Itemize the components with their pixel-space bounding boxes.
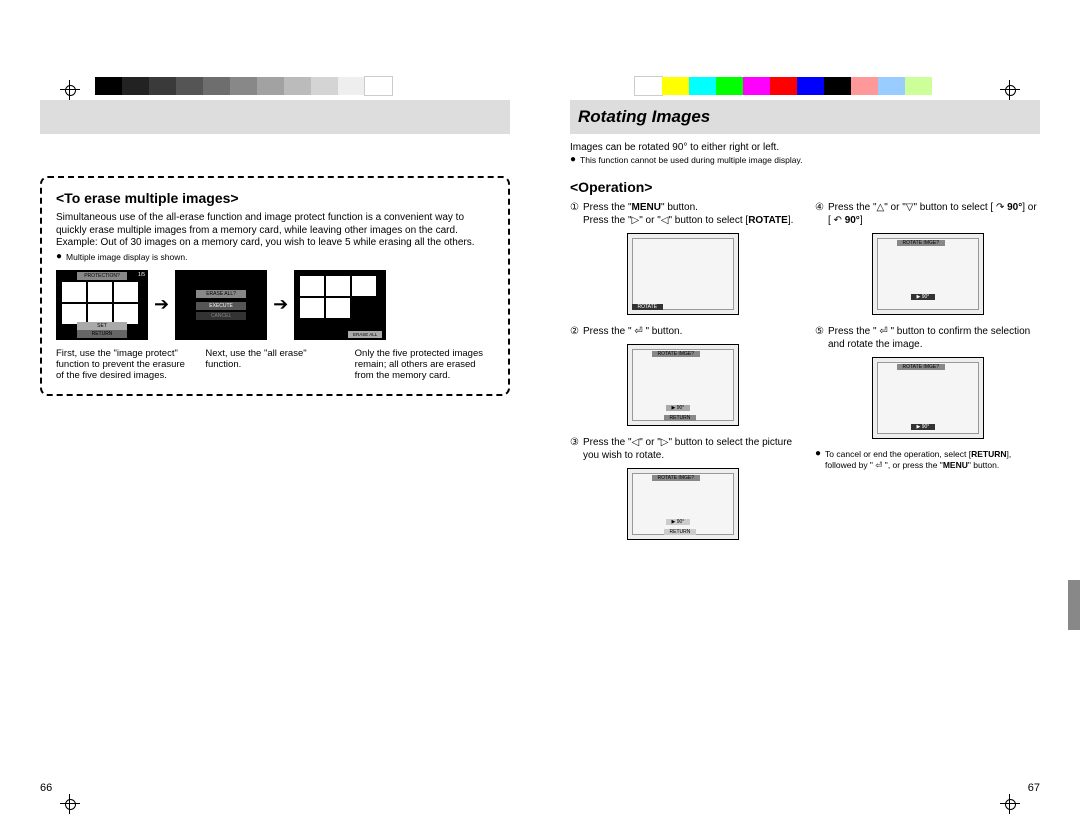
box-bullet: ●Multiple image display is shown. [56, 252, 494, 262]
lcd-row: PROTECTION? 1/5 SET RETURN ➔ ERASE ALL? … [56, 270, 494, 340]
step-1: ① Press the "MENU" button. Press the "▷"… [570, 201, 795, 227]
operation-columns: ① Press the "MENU" button. Press the "▷"… [570, 201, 1040, 550]
reg-mark-icon [1000, 794, 1020, 814]
left-page: <To erase multiple images> Simultaneous … [40, 60, 510, 794]
cancel-note: ● To cancel or end the operation, select… [815, 449, 1040, 471]
caption-row: First, use the "image protect" function … [56, 348, 494, 382]
caption-3: Only the five protected images remain; a… [355, 348, 494, 382]
thumb-tab [1068, 580, 1080, 630]
right-title-band: Rotating Images [570, 100, 1040, 134]
lcd-result: ERASE ALL [294, 270, 386, 340]
step-2: ② Press the " ⏎ " button. [570, 325, 795, 338]
screen-step5: ROTATE IMGE? ▶ 90° [872, 357, 984, 439]
page-number-right: 67 [1028, 782, 1040, 794]
caption-1: First, use the "image protect" function … [56, 348, 195, 382]
page-number-left: 66 [40, 782, 52, 794]
op-col-right: ④ Press the "△" or "▽" button to select … [815, 201, 1040, 550]
step-3: ③ Press the "◁" or "▷" button to select … [570, 436, 795, 462]
section-title: Rotating Images [578, 107, 710, 127]
box-body: Simultaneous use of the all-erase functi… [56, 212, 494, 250]
lcd-protection: PROTECTION? 1/5 SET RETURN [56, 270, 148, 340]
caption-2: Next, use the "all erase" function. [205, 348, 344, 382]
right-page: Rotating Images Images can be rotated 90… [570, 60, 1040, 794]
op-col-left: ① Press the "MENU" button. Press the "▷"… [570, 201, 795, 550]
arrow-icon: ➔ [154, 294, 169, 315]
screen-step1: ROTATE [627, 233, 739, 315]
box-heading: <To erase multiple images> [56, 190, 494, 206]
screen-step3: ROTATE IMGE? ▶ 90° RETURN [627, 468, 739, 540]
arrow-icon: ➔ [273, 294, 288, 315]
left-title-band [40, 100, 510, 134]
operation-heading: <Operation> [570, 179, 1040, 195]
page-spread: <To erase multiple images> Simultaneous … [0, 0, 1080, 834]
screen-step2: ROTATE IMGE? ▶ 90° RETURN [627, 344, 739, 426]
screen-step4: ROTATE IMGE? ▶ 90° [872, 233, 984, 315]
erase-multiple-box: <To erase multiple images> Simultaneous … [40, 176, 510, 396]
lcd-erase-all: ERASE ALL? EXECUTE CANCEL [175, 270, 267, 340]
intro-text: Images can be rotated 90° to either righ… [570, 142, 1040, 153]
intro-bullet: ●This function cannot be used during mul… [570, 155, 1040, 165]
reg-mark-icon [60, 794, 80, 814]
step-4: ④ Press the "△" or "▽" button to select … [815, 201, 1040, 227]
step-5: ⑤ Press the " ⏎ " button to confirm the … [815, 325, 1040, 351]
